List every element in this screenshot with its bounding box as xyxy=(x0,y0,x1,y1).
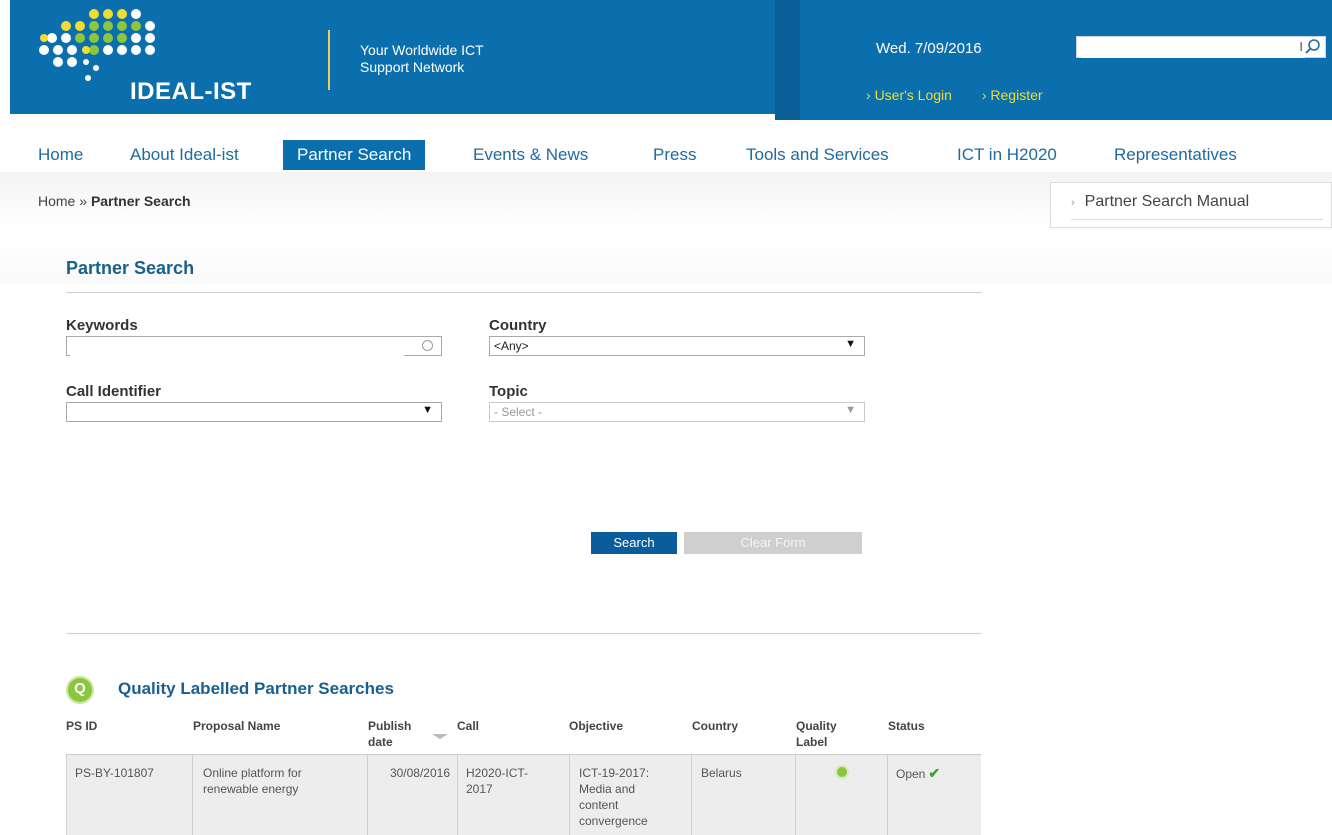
partner-search-manual-link[interactable]: › Partner Search Manual xyxy=(1071,193,1249,211)
column-header-publish-date[interactable]: Publish date xyxy=(368,718,411,750)
country-select[interactable]: <Any> ▼ xyxy=(489,336,865,356)
divider xyxy=(66,292,982,293)
search-separator: I xyxy=(1299,39,1303,54)
proposal-name-line-1: Online platform for xyxy=(203,766,302,780)
cell-status: Open ✔ xyxy=(888,755,981,835)
search-icon[interactable] xyxy=(1304,38,1322,56)
header-divider xyxy=(328,30,330,90)
cell-objective: ICT-19-2017: Media and content convergen… xyxy=(570,755,692,835)
country-selected-value: <Any> xyxy=(494,339,529,353)
table-row[interactable]: PS-BY-101807 Online platform for renewab… xyxy=(66,754,981,835)
quality-header-line-2: Label xyxy=(796,735,828,749)
site-logo[interactable]: IDEAL-IST xyxy=(34,6,294,110)
tagline-line-1: Your Worldwide ICT xyxy=(360,42,484,58)
search-button[interactable]: Search xyxy=(591,532,677,554)
nav-press[interactable]: Press xyxy=(645,140,704,170)
breadcrumb-current: Partner Search xyxy=(90,193,191,209)
column-header-call[interactable]: Call xyxy=(457,718,479,734)
objective-line-4: convergence xyxy=(579,814,648,828)
chevron-right-icon: › xyxy=(981,87,987,103)
breadcrumb-separator: » xyxy=(79,193,88,209)
topic-select[interactable]: - Select - ▼ xyxy=(489,402,865,422)
account-links: › User's Login › Register xyxy=(866,87,1069,103)
cell-publish-date: 30/08/2016 xyxy=(368,755,458,835)
keywords-search-icon xyxy=(422,340,433,351)
keywords-label: Keywords xyxy=(66,317,138,334)
call-identifier-select[interactable]: ▼ xyxy=(66,402,442,422)
quality-icon-letter: Q xyxy=(74,680,86,697)
header-search-input[interactable] xyxy=(1081,38,1305,58)
sidebar-box: › Partner Search Manual xyxy=(1050,182,1332,228)
nav-about[interactable]: About Ideal-ist xyxy=(122,140,247,170)
nav-representatives[interactable]: Representatives xyxy=(1106,140,1245,170)
call-identifier-label: Call Identifier xyxy=(66,383,162,400)
chevron-down-icon: ▼ xyxy=(422,404,433,416)
chevron-down-icon: ▼ xyxy=(845,338,856,350)
country-label: Country xyxy=(489,317,547,334)
publish-header-line-2: date xyxy=(368,735,393,749)
status-text: Open xyxy=(896,767,926,781)
quality-header-line-1: Quality xyxy=(796,719,837,733)
proposal-name-line-2: renewable energy xyxy=(203,782,299,796)
objective-line-3: content xyxy=(579,798,619,812)
topic-selected-value: - Select - xyxy=(494,405,543,419)
login-link-label: User's Login xyxy=(874,87,952,103)
column-header-proposal-name[interactable]: Proposal Name xyxy=(193,718,280,734)
nav-home[interactable]: Home xyxy=(30,140,91,170)
divider xyxy=(1071,219,1323,220)
site-header: IDEAL-IST Your Worldwide ICT Support Net… xyxy=(0,0,1332,120)
cell-country: Belarus xyxy=(692,755,796,835)
nav-ict-h2020[interactable]: ICT in H2020 xyxy=(949,140,1065,170)
chevron-right-icon: › xyxy=(866,87,871,103)
nav-partner-search[interactable]: Partner Search xyxy=(283,140,426,170)
header-search-box: I xyxy=(1076,36,1326,58)
cell-ps-id[interactable]: PS-BY-101807 xyxy=(66,755,193,835)
column-header-quality-label[interactable]: Quality Label xyxy=(796,718,837,750)
chevron-right-icon: › xyxy=(1071,197,1075,209)
tagline: Your Worldwide ICT Support Network xyxy=(360,42,484,76)
manual-link-label: Partner Search Manual xyxy=(1084,193,1250,210)
column-header-ps-id[interactable]: PS ID xyxy=(66,718,97,734)
quality-label-icon xyxy=(836,767,847,777)
main-nav: Home About Ideal-ist Partner Search Even… xyxy=(0,140,1332,172)
check-icon: ✔ xyxy=(928,765,941,781)
tagline-line-2: Support Network xyxy=(360,59,465,75)
logo-text: IDEAL-IST xyxy=(130,78,252,105)
cell-proposal-name[interactable]: Online platform for renewable energy xyxy=(193,755,368,835)
keywords-field xyxy=(66,336,442,356)
cell-quality-label xyxy=(796,755,888,835)
section-title: Quality Labelled Partner Searches xyxy=(118,679,394,698)
breadcrumb: Home » Partner Search xyxy=(38,193,191,209)
chevron-down-icon: ▼ xyxy=(845,404,856,416)
objective-line-1: ICT-19-2017: xyxy=(579,766,650,780)
current-date: Wed. 7/09/2016 xyxy=(876,40,982,57)
publish-header-line-1: Publish xyxy=(368,719,412,733)
divider xyxy=(66,633,982,634)
keywords-input[interactable] xyxy=(70,338,404,356)
sort-icon[interactable] xyxy=(432,734,448,739)
login-link[interactable]: › User's Login xyxy=(866,87,952,103)
cell-call: H2020-ICT- 2017 xyxy=(458,755,570,835)
column-header-status[interactable]: Status xyxy=(888,718,925,734)
page-title: Partner Search xyxy=(66,258,195,278)
quality-label-icon: Q xyxy=(66,676,94,704)
call-line-1: H2020-ICT- xyxy=(466,766,529,780)
column-header-objective[interactable]: Objective xyxy=(569,718,623,734)
nav-tools-services[interactable]: Tools and Services xyxy=(738,140,897,170)
call-line-2: 2017 xyxy=(466,782,493,796)
logo-dots-icon xyxy=(39,9,155,81)
breadcrumb-home[interactable]: Home xyxy=(38,193,75,209)
clear-form-button[interactable]: Clear Form xyxy=(684,532,862,554)
topic-label: Topic xyxy=(489,383,528,400)
column-header-country[interactable]: Country xyxy=(692,718,738,734)
nav-events-news[interactable]: Events & News xyxy=(465,140,596,170)
register-link-label: Register xyxy=(990,87,1043,103)
register-link[interactable]: › Register xyxy=(982,87,1043,103)
objective-line-2: Media and xyxy=(579,782,636,796)
